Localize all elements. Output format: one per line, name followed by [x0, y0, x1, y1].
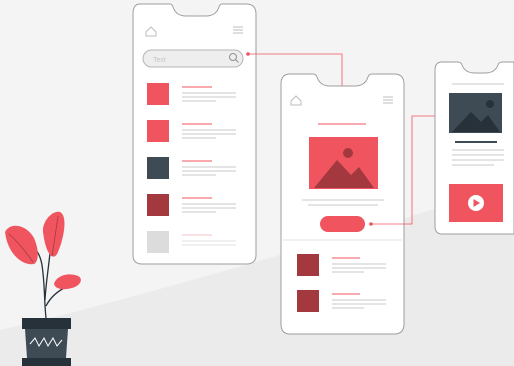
play-icon[interactable] [468, 195, 484, 211]
wireframe-illustration: Text [0, 3, 514, 366]
phone-detail-screen [280, 73, 405, 335]
image-placeholder-icon [449, 93, 502, 133]
video-player[interactable] [449, 184, 503, 222]
pot-base [22, 358, 71, 366]
image-placeholder-icon [309, 137, 378, 189]
plant-leaf [42, 211, 65, 257]
list-item-thumbnail [297, 254, 319, 276]
list-item-thumbnail [147, 120, 169, 142]
plant-leaf [54, 274, 81, 290]
phone-list-screen: Text [132, 3, 257, 265]
primary-action-button[interactable] [320, 216, 365, 232]
list-item-thumbnail [297, 290, 319, 312]
list-item-thumbnail [147, 231, 169, 253]
search-placeholder: Text [153, 57, 166, 64]
pot-rim [22, 318, 71, 329]
plant-leaf [5, 225, 38, 265]
list-item-thumbnail [147, 157, 169, 179]
phone-media-screen [434, 61, 514, 235]
list-item-thumbnail [147, 194, 169, 216]
list-item-thumbnail [147, 83, 169, 105]
